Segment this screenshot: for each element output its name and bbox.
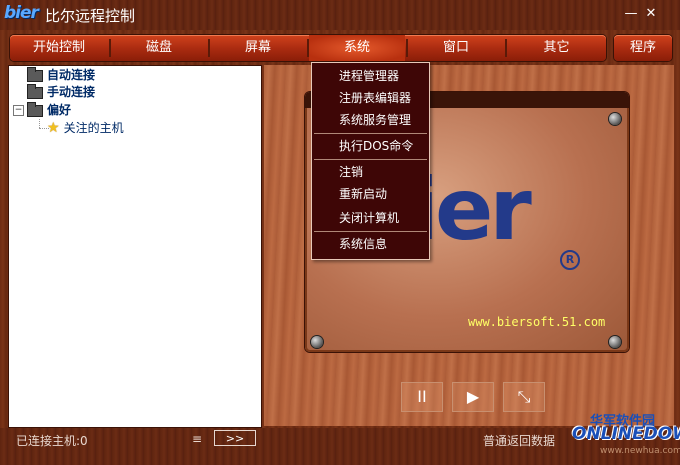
title-bar: bier 比尔远程控制 — ✕: [0, 0, 680, 30]
folder-icon: [27, 101, 43, 117]
folder-icon: [27, 66, 43, 82]
splash-url: www.biersoft.51.com: [468, 315, 606, 329]
menu-window[interactable]: 窗口: [408, 35, 504, 61]
expand-button[interactable]: >>: [214, 430, 256, 446]
menu-separator: [314, 133, 427, 134]
system-dropdown-menu: 进程管理器 注册表编辑器 系统服务管理 执行DOS命令 注销 重新启动 关闭计算…: [311, 62, 430, 260]
menu-other[interactable]: 其它: [507, 35, 606, 61]
tree-item-auto-connect[interactable]: 自动连接: [27, 66, 95, 84]
tree-item-label: 偏好: [47, 103, 72, 117]
app-window: bier 比尔远程控制 — ✕ 开始控制 磁盘 屏幕 系统 窗口 其它 程序 自…: [0, 0, 680, 465]
screw-icon: [609, 336, 621, 348]
minimize-button[interactable]: —: [622, 6, 640, 22]
folder-icon: [27, 83, 43, 99]
window-title: 比尔远程控制: [45, 7, 136, 25]
menu-system[interactable]: 系统: [309, 35, 405, 61]
tree-item-manual-connect[interactable]: 手动连接: [27, 83, 95, 101]
close-button[interactable]: ✕: [642, 6, 660, 22]
menu-bar: 开始控制 磁盘 屏幕 系统 窗口 其它: [10, 35, 606, 61]
play-button[interactable]: ▶: [452, 382, 494, 412]
menu-item-logoff[interactable]: 注销: [312, 161, 429, 183]
registered-mark: R: [560, 250, 580, 270]
tree-item-favorites[interactable]: 偏好: [27, 101, 71, 119]
tree-item-watched-hosts[interactable]: ★ 关注的主机: [47, 119, 124, 137]
menu-separator: [314, 159, 427, 160]
host-tree: 自动连接 手动连接 − 偏好 ★ 关注的主机: [8, 65, 262, 428]
screw-icon: [311, 336, 323, 348]
watermark-logo: ONLINEDOWN: [572, 424, 680, 444]
menu-screen[interactable]: 屏幕: [210, 35, 306, 61]
menu-item-shutdown[interactable]: 关闭计算机: [312, 207, 429, 229]
star-icon: ★: [47, 120, 60, 136]
menu-item-run-dos[interactable]: 执行DOS命令: [312, 135, 429, 157]
tree-line: [39, 119, 40, 128]
menu-item-restart[interactable]: 重新启动: [312, 183, 429, 205]
return-data-status: 普通返回数据: [483, 434, 556, 448]
pause-button[interactable]: II: [401, 382, 443, 412]
menu-disk[interactable]: 磁盘: [111, 35, 207, 61]
menu-item-service-manager[interactable]: 系统服务管理: [312, 109, 429, 131]
screw-icon: [609, 113, 621, 125]
menu-start-control[interactable]: 开始控制: [10, 35, 108, 61]
tree-item-label: 手动连接: [47, 85, 96, 99]
menu-separator: [314, 231, 427, 232]
tree-item-label: 关注的主机: [63, 121, 124, 135]
watermark-url: www.newhua.com: [600, 446, 680, 456]
program-button[interactable]: 程序: [614, 35, 672, 61]
menu-item-system-info[interactable]: 系统信息: [312, 233, 429, 255]
resize-button[interactable]: ⤡: [503, 382, 545, 412]
menu-item-process-manager[interactable]: 进程管理器: [312, 65, 429, 87]
connected-hosts-status: 已连接主机:0: [16, 434, 88, 448]
tree-item-label: 自动连接: [47, 68, 96, 82]
collapse-icon[interactable]: −: [13, 105, 24, 116]
menu-item-registry-editor[interactable]: 注册表编辑器: [312, 87, 429, 109]
menu-icon[interactable]: ≡: [186, 432, 208, 446]
app-logo: bier: [4, 3, 39, 23]
